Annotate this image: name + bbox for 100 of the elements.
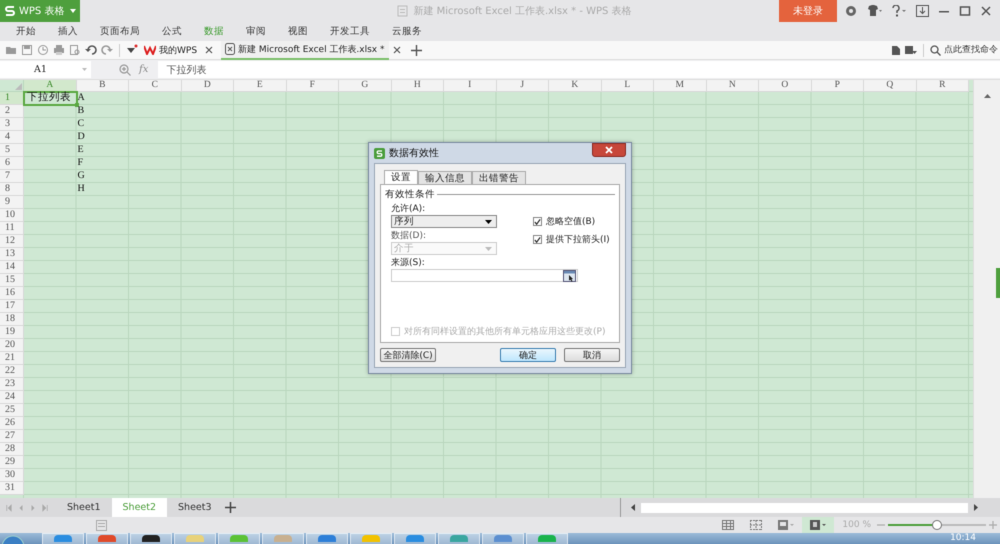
table-cell[interactable]: B: [76, 105, 129, 118]
row-header[interactable]: 9: [0, 196, 24, 209]
dialog-tab[interactable]: 出错警告: [472, 171, 526, 184]
sheet-tab[interactable]: Sheet1: [56, 498, 112, 517]
column-header[interactable]: G: [339, 80, 392, 92]
redo-icon[interactable]: [101, 44, 113, 56]
reading-mode-button[interactable]: [802, 517, 834, 533]
dialog-button[interactable]: 确定: [500, 348, 556, 362]
dropdown[interactable]: 序列: [391, 215, 497, 228]
row-header[interactable]: 29: [0, 456, 24, 469]
cell-reference-field[interactable]: A1: [0, 61, 91, 78]
row-header[interactable]: 21: [0, 352, 24, 365]
row-header[interactable]: 10: [0, 209, 24, 222]
row-header[interactable]: 25: [0, 404, 24, 417]
filter-icon[interactable]: [905, 44, 917, 56]
row-header[interactable]: 11: [0, 222, 24, 235]
row-header[interactable]: 8: [0, 183, 24, 196]
dialog-button[interactable]: 取消: [564, 348, 620, 362]
ribbon-tab[interactable]: 页面布局: [89, 22, 151, 41]
column-header[interactable]: R: [916, 80, 969, 92]
start-icon[interactable]: [0, 534, 26, 544]
column-header[interactable]: I: [444, 80, 496, 92]
taskbar-app-icon[interactable]: [130, 533, 172, 544]
row-header[interactable]: 24: [0, 391, 24, 404]
close-button[interactable]: [592, 143, 626, 157]
row-header[interactable]: 20: [0, 339, 24, 352]
vertical-scrollbar[interactable]: [973, 80, 1000, 498]
table-cell[interactable]: E: [76, 144, 129, 157]
row-header[interactable]: 18: [0, 313, 24, 326]
column-header[interactable]: P: [812, 80, 864, 92]
column-header[interactable]: L: [602, 80, 654, 92]
checkbox[interactable]: [533, 217, 542, 226]
row-header[interactable]: 30: [0, 469, 24, 482]
help-icon[interactable]: [891, 5, 907, 17]
ribbon-tab[interactable]: 云服务: [381, 22, 433, 41]
row-header[interactable]: 17: [0, 300, 24, 313]
undo-icon[interactable]: [85, 44, 97, 56]
document-tab[interactable]: 新建 Microsoft Excel 工作表.xlsx *: [221, 40, 388, 60]
zoom-icon[interactable]: [119, 64, 131, 76]
table-cell[interactable]: D: [76, 131, 129, 144]
tab-close-icon[interactable]: [205, 46, 214, 54]
ribbon-tab[interactable]: 视图: [277, 22, 319, 41]
dialog-button[interactable]: 全部清除(C): [380, 348, 436, 362]
page-layout-view-icon[interactable]: [778, 520, 794, 530]
checkbox[interactable]: [533, 235, 542, 244]
ribbon-tab[interactable]: 审阅: [235, 22, 277, 41]
formula-field[interactable]: 下拉列表: [158, 61, 1000, 78]
ribbon-tab[interactable]: 开始: [6, 22, 47, 41]
column-header[interactable]: N: [706, 80, 759, 92]
scroll-up-icon[interactable]: [984, 94, 991, 98]
ribbon-tab[interactable]: 开发工具: [319, 22, 381, 41]
source-field[interactable]: [391, 269, 578, 282]
tab-close-icon[interactable]: [392, 46, 400, 54]
scroll-left-icon[interactable]: [631, 504, 635, 511]
row-header[interactable]: 31: [0, 482, 24, 495]
row-header[interactable]: 5: [0, 144, 24, 157]
zoom-in-icon[interactable]: [989, 521, 997, 529]
table-cell[interactable]: G: [76, 170, 129, 183]
row-header[interactable]: 23: [0, 378, 24, 391]
row-header[interactable]: 13: [0, 248, 24, 261]
document-tab[interactable]: 我的WPS: [140, 40, 202, 60]
row-header[interactable]: 26: [0, 417, 24, 430]
new-tab-icon[interactable]: [410, 44, 422, 56]
page-icon[interactable]: [891, 44, 901, 56]
sheet-tab[interactable]: Sheet3: [167, 498, 223, 517]
selected-cell[interactable]: 下拉列表: [23, 91, 78, 106]
row-header[interactable]: 12: [0, 235, 24, 248]
macro-icon[interactable]: [96, 520, 108, 530]
normal-view-icon[interactable]: [722, 520, 734, 530]
row-header[interactable]: 3: [0, 118, 24, 131]
add-sheet-icon[interactable]: [224, 502, 236, 513]
column-header[interactable]: A: [24, 80, 76, 92]
ribbon-tab[interactable]: 插入: [47, 22, 89, 41]
column-header[interactable]: O: [759, 80, 812, 92]
column-header[interactable]: J: [496, 80, 549, 92]
slider-thumb[interactable]: [932, 520, 942, 530]
row-header[interactable]: 27: [0, 430, 24, 443]
column-header[interactable]: Q: [864, 80, 916, 92]
page-break-view-icon[interactable]: [750, 520, 762, 530]
row-header[interactable]: 2: [0, 105, 24, 118]
shirt-icon[interactable]: [866, 5, 882, 17]
column-header[interactable]: M: [654, 80, 706, 92]
range-picker-icon[interactable]: [563, 270, 576, 282]
row-header[interactable]: 14: [0, 261, 24, 274]
download-icon[interactable]: [916, 5, 929, 17]
column-header[interactable]: E: [234, 80, 286, 92]
column-header[interactable]: F: [286, 80, 339, 92]
row-header[interactable]: 7: [0, 170, 24, 183]
dialog-tab[interactable]: 输入信息: [418, 171, 472, 184]
table-cell[interactable]: C: [76, 118, 129, 131]
ribbon-tab[interactable]: 公式: [151, 22, 193, 41]
table-cell[interactable]: H: [76, 183, 129, 196]
column-header[interactable]: C: [129, 80, 182, 92]
table-cell[interactable]: F: [76, 157, 129, 170]
scroll-right-icon[interactable]: [974, 504, 978, 511]
row-header[interactable]: 16: [0, 287, 24, 300]
maximize-icon[interactable]: [959, 5, 971, 17]
open-icon[interactable]: [5, 44, 17, 56]
column-header[interactable]: K: [549, 80, 602, 92]
row-header[interactable]: 15: [0, 274, 24, 287]
